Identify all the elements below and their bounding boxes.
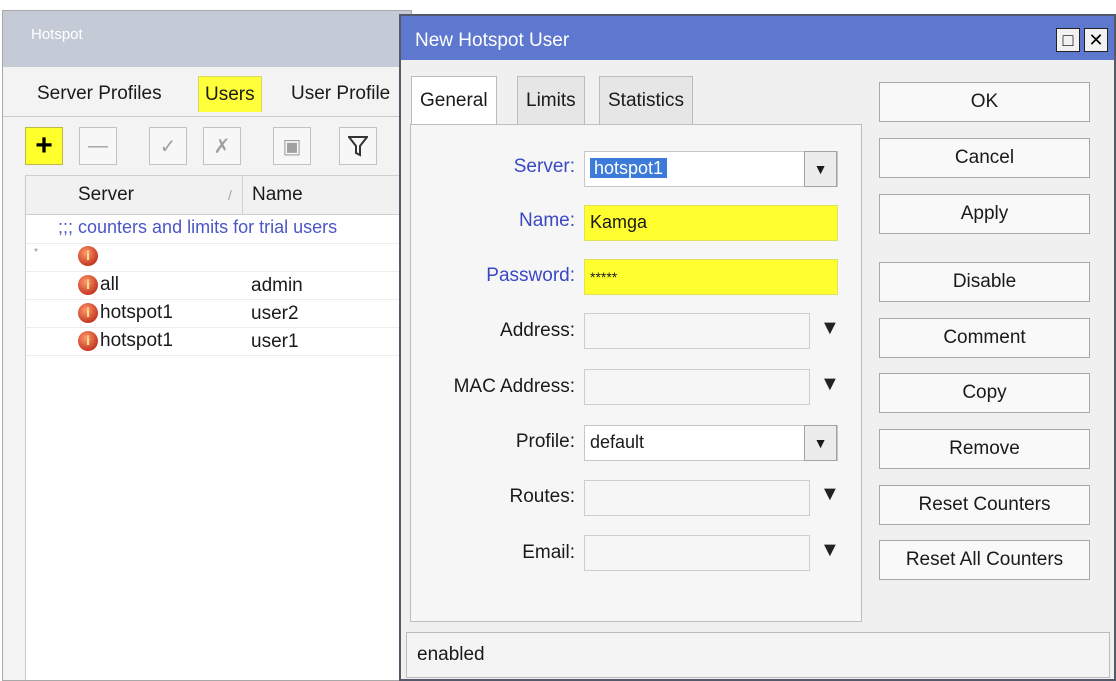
table-row[interactable]: i hotspot1 user2: [26, 301, 411, 328]
tab-user-profiles[interactable]: User Profile: [291, 76, 390, 112]
disable-button[interactable]: Disable: [879, 262, 1090, 302]
hotspot-tabs: Server Profiles Users User Profile: [3, 67, 411, 117]
hotspot-window-title: Hotspot: [3, 11, 411, 67]
ok-button[interactable]: OK: [879, 82, 1090, 122]
server-value: all: [100, 274, 120, 295]
tab-statistics[interactable]: Statistics: [599, 76, 694, 124]
password-field[interactable]: *****: [584, 259, 838, 295]
dropdown-toggle-icon[interactable]: ▼: [804, 151, 837, 187]
copy-button[interactable]: Copy: [879, 373, 1090, 413]
table-row[interactable]: i all admin: [26, 273, 411, 300]
filter-icon[interactable]: [339, 127, 377, 165]
dropdown-toggle-icon[interactable]: ▼: [804, 425, 837, 461]
server-value: hotspot1: [100, 302, 173, 323]
address-field[interactable]: [584, 313, 810, 349]
remove-icon[interactable]: —: [79, 127, 117, 165]
server-select[interactable]: hotspot1 ▼: [584, 151, 838, 187]
column-header-name[interactable]: Name: [252, 184, 303, 206]
tab-general[interactable]: General: [411, 76, 497, 128]
maximize-icon[interactable]: □: [1056, 28, 1080, 52]
hotspot-toolbar: + — ✓ ✗ ▣: [3, 117, 411, 175]
remove-button[interactable]: Remove: [879, 429, 1090, 469]
expand-routes-icon[interactable]: ▼: [820, 483, 840, 506]
user-icon: i: [78, 275, 98, 295]
user-icon: i: [78, 246, 98, 266]
row-name: user1: [251, 331, 299, 352]
email-field[interactable]: [584, 535, 810, 571]
expand-address-icon[interactable]: ▼: [820, 317, 840, 340]
row-server: i: [78, 246, 100, 266]
mac-address-label: MAC Address:: [453, 376, 575, 397]
dialog-titlebar[interactable]: New Hotspot User □ ✕: [401, 16, 1114, 60]
profile-label: Profile:: [515, 431, 575, 452]
tab-users[interactable]: Users: [198, 76, 262, 112]
expand-mac-address-icon[interactable]: ▼: [820, 373, 840, 396]
name-label: Name:: [519, 210, 575, 231]
row-marker: *: [34, 247, 38, 258]
table-row[interactable]: i hotspot1 user1: [26, 329, 411, 356]
reset-counters-button[interactable]: Reset Counters: [879, 485, 1090, 525]
row-server: i hotspot1: [78, 330, 173, 352]
comment-icon[interactable]: ▣: [273, 127, 311, 165]
apply-button[interactable]: Apply: [879, 194, 1090, 234]
new-hotspot-user-dialog: New Hotspot User □ ✕ General Limits Stat…: [399, 14, 1116, 681]
row-server: i all: [78, 274, 119, 296]
server-value: hotspot1: [590, 158, 668, 178]
general-panel: Server: hotspot1 ▼ Name: Kamga Password:…: [410, 124, 862, 622]
routes-field[interactable]: [584, 480, 810, 516]
dialog-title: New Hotspot User: [415, 30, 570, 51]
row-name: admin: [251, 275, 303, 296]
cancel-button[interactable]: Cancel: [879, 138, 1090, 178]
comment-button[interactable]: Comment: [879, 318, 1090, 358]
tab-limits[interactable]: Limits: [517, 76, 585, 124]
routes-label: Routes:: [509, 486, 575, 507]
status-bar: enabled: [406, 632, 1110, 678]
reset-all-counters-button[interactable]: Reset All Counters: [879, 540, 1090, 580]
row-server: i hotspot1: [78, 302, 173, 324]
email-label: Email:: [522, 542, 575, 563]
column-header-server[interactable]: Server: [78, 184, 134, 206]
hotspot-window: Hotspot Server Profiles Users User Profi…: [2, 10, 412, 681]
sort-indicator-icon: /: [228, 187, 232, 203]
comment-row[interactable]: ;;; counters and limits for trial users: [26, 217, 411, 244]
add-icon[interactable]: +: [25, 127, 63, 165]
server-label: Server:: [513, 156, 575, 177]
column-divider: [242, 176, 243, 214]
enable-icon[interactable]: ✓: [149, 127, 187, 165]
disable-icon[interactable]: ✗: [203, 127, 241, 165]
tab-server-profiles[interactable]: Server Profiles: [37, 76, 162, 112]
row-name: user2: [251, 303, 299, 324]
profile-select[interactable]: default ▼: [584, 425, 838, 461]
expand-email-icon[interactable]: ▼: [820, 539, 840, 562]
users-table: Server / Name ;;; counters and limits fo…: [25, 175, 411, 680]
password-label: Password:: [486, 265, 575, 286]
name-field[interactable]: Kamga: [584, 205, 838, 241]
mac-address-field[interactable]: [584, 369, 810, 405]
filter-funnel-glyph: [348, 136, 368, 157]
user-icon: i: [78, 331, 98, 351]
dialog-tabs: General Limits Statistics: [411, 76, 861, 128]
users-table-header: Server / Name: [26, 175, 411, 215]
user-icon: i: [78, 303, 98, 323]
server-value: hotspot1: [100, 330, 173, 351]
profile-value: default: [590, 432, 645, 452]
close-icon[interactable]: ✕: [1084, 28, 1108, 52]
table-row[interactable]: * i: [26, 245, 411, 272]
address-label: Address:: [500, 320, 575, 341]
